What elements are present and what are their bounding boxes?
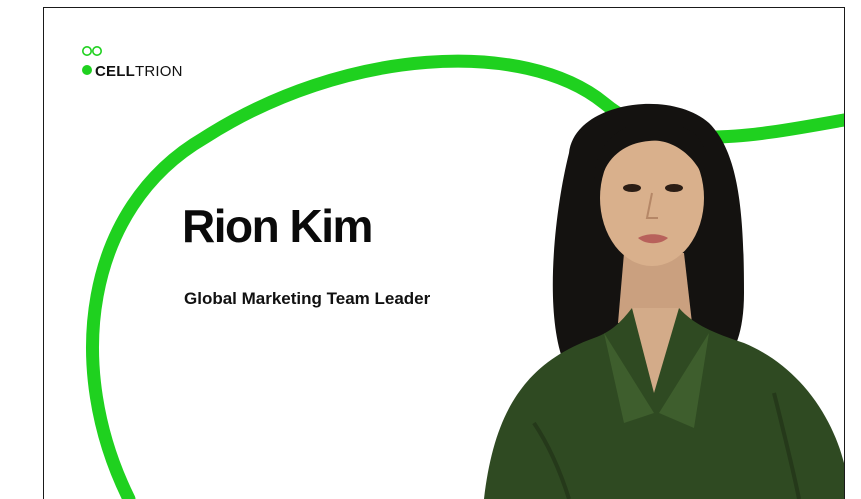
person-name: Rion Kim — [182, 200, 373, 252]
logo-wordmark: CELLTRION — [95, 64, 183, 79]
profile-card: CELLTRION Rion Kim Global Marketing Team… — [43, 7, 845, 499]
portrait-photo — [484, 103, 844, 499]
logo-wordmark-light: TRION — [134, 63, 183, 80]
logo-wordmark-bold: CELL — [95, 63, 135, 80]
person-role: Global Marketing Team Leader — [184, 289, 431, 308]
